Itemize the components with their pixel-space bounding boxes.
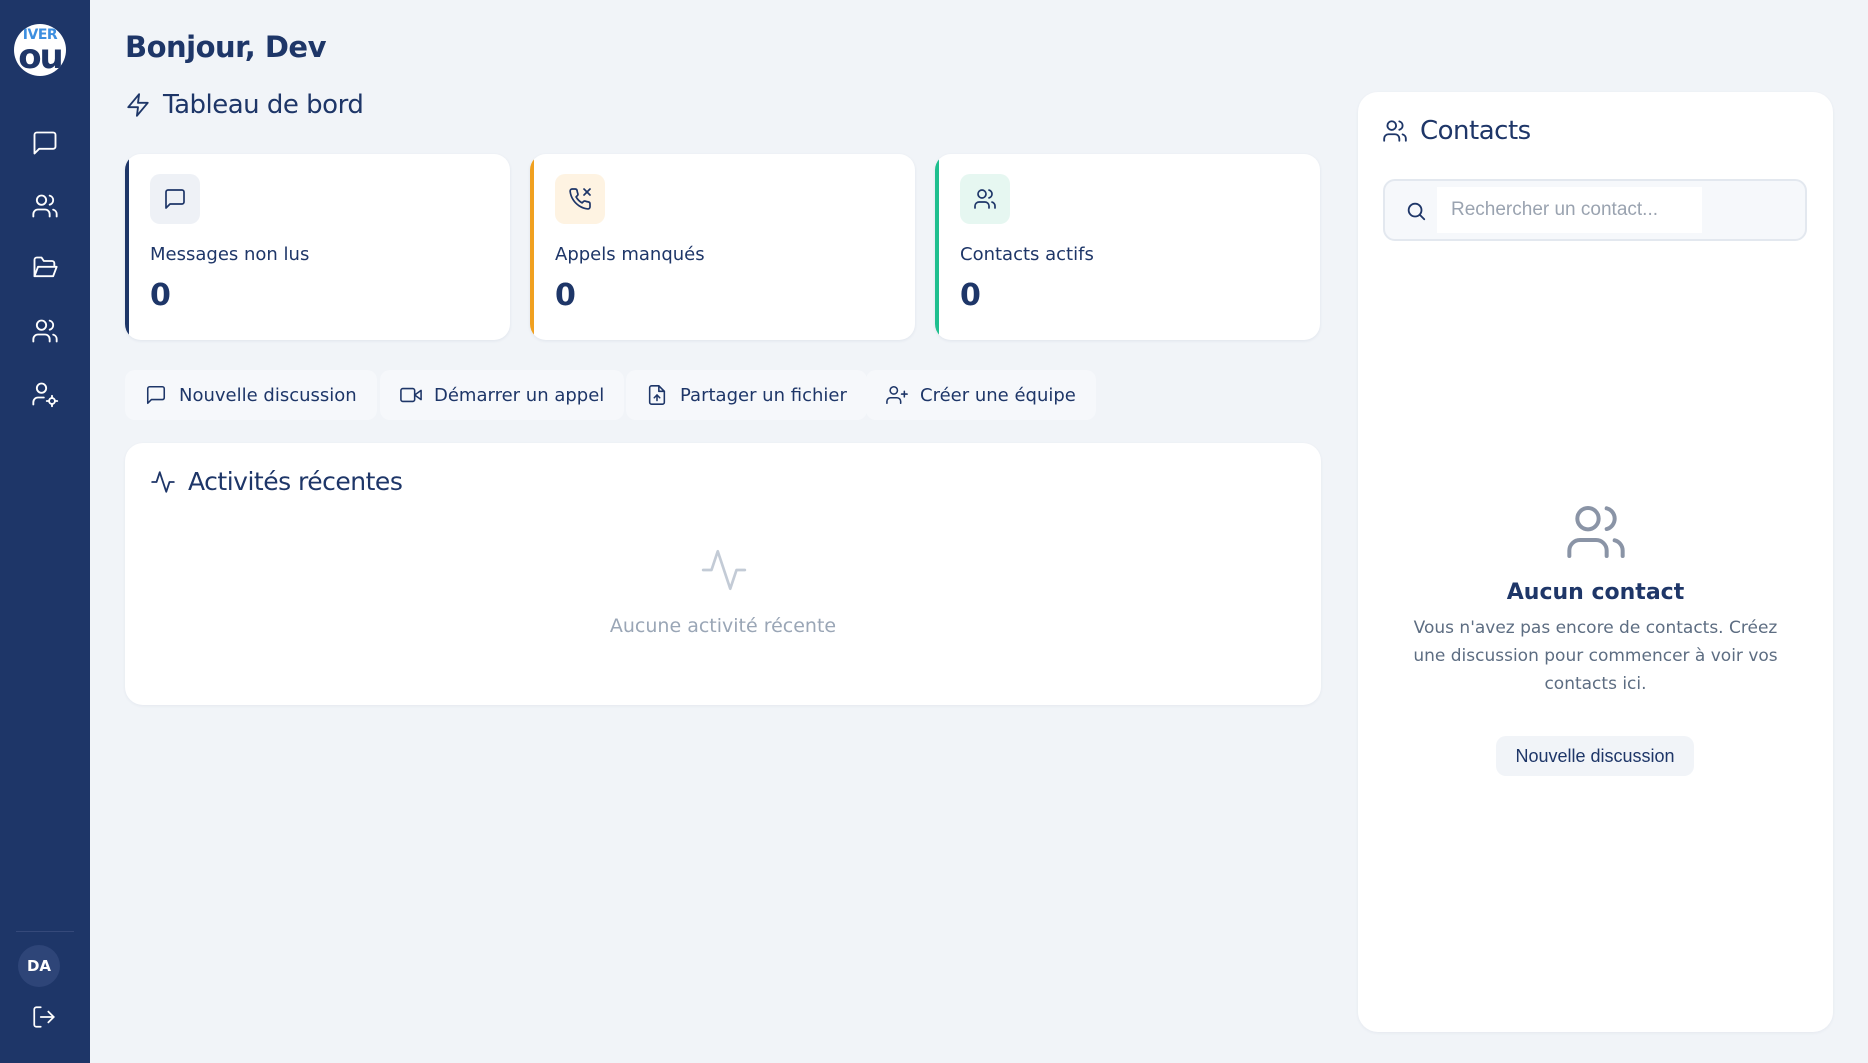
dashboard-title: Tableau de bord <box>125 90 364 120</box>
new-discussion-button[interactable]: Nouvelle discussion <box>125 370 377 420</box>
stat-value: 0 <box>960 278 981 313</box>
search-icon <box>1407 202 1426 221</box>
users-icon <box>974 189 996 209</box>
sidebar-item-files[interactable] <box>30 253 60 283</box>
logout-icon <box>33 1006 55 1028</box>
contacts-panel: Contacts Aucun contact Vous n'avez pas e… <box>1358 92 1833 1032</box>
stat-accent-bar <box>935 154 939 340</box>
message-icon <box>33 131 57 155</box>
sidebar-item-messages[interactable] <box>30 128 60 158</box>
no-contacts-title: Aucun contact <box>1506 580 1685 605</box>
recent-activity-header: Activités récentes <box>150 467 403 496</box>
action-label: Créer une équipe <box>920 384 1076 406</box>
create-team-button[interactable]: Créer une équipe <box>866 370 1096 420</box>
sidebar-divider <box>16 931 74 932</box>
stat-card-unread-messages[interactable]: Messages non lus 0 <box>125 154 510 340</box>
action-label: Partager un fichier <box>680 384 847 406</box>
stat-accent-bar <box>125 154 129 340</box>
app-logo[interactable]: IVER ou <box>14 24 66 76</box>
stat-label: Contacts actifs <box>960 244 1094 265</box>
video-icon <box>400 387 422 403</box>
stat-card-missed-calls[interactable]: Appels manqués 0 <box>530 154 915 340</box>
stat-label: Appels manqués <box>555 244 705 265</box>
sidebar-item-teams[interactable] <box>30 316 60 346</box>
stat-card-active-contacts[interactable]: Contacts actifs 0 <box>935 154 1320 340</box>
contact-search-input[interactable] <box>1437 187 1702 233</box>
no-contacts-icon <box>1567 505 1625 558</box>
contact-search-box <box>1383 179 1807 241</box>
share-file-button[interactable]: Partager un fichier <box>626 370 867 420</box>
new-discussion-button[interactable]: Nouvelle discussion <box>1496 736 1694 776</box>
stat-accent-bar <box>530 154 534 340</box>
user-plus-icon <box>886 385 908 405</box>
avatar[interactable]: DA <box>18 945 60 987</box>
activity-icon <box>151 470 175 493</box>
message-icon <box>146 385 166 405</box>
recent-activity-title: Activités récentes <box>188 467 403 496</box>
message-icon <box>165 189 185 209</box>
logo-text-bottom: ou <box>18 37 64 76</box>
stat-icon-box <box>960 174 1010 224</box>
folder-icon <box>33 256 58 278</box>
stat-value: 0 <box>150 278 171 313</box>
activity-empty-text: Aucune activité récente <box>609 615 837 637</box>
logout-button[interactable] <box>31 1004 57 1030</box>
user-settings-icon <box>32 382 59 408</box>
contacts-header: Contacts <box>1382 116 1531 146</box>
no-contacts-description: Vous n'avez pas encore de contacts. Crée… <box>1413 618 1778 694</box>
stat-icon-box <box>150 174 200 224</box>
sidebar-item-user-settings[interactable] <box>30 379 60 409</box>
sidebar: IVER ou DA <box>0 0 90 1063</box>
users-icon <box>1383 120 1407 142</box>
action-label: Nouvelle discussion <box>179 384 357 406</box>
stat-value: 0 <box>555 278 576 313</box>
activity-empty-icon <box>701 549 747 591</box>
dashboard-title-text: Tableau de bord <box>163 90 364 120</box>
lightning-icon <box>127 93 149 117</box>
start-call-button[interactable]: Démarrer un appel <box>380 370 625 420</box>
phone-missed-icon <box>569 188 591 210</box>
page-greeting: Bonjour, Dev <box>125 30 326 64</box>
sidebar-item-contacts[interactable] <box>30 191 60 221</box>
action-label: Démarrer un appel <box>434 384 605 406</box>
contacts-title: Contacts <box>1420 116 1531 146</box>
file-upload-icon <box>648 385 666 405</box>
users-icon <box>32 194 58 218</box>
stat-icon-box <box>555 174 605 224</box>
team-icon <box>32 319 58 343</box>
stat-label: Messages non lus <box>150 244 310 265</box>
recent-activity-panel: Activités récentes Aucune activité récen… <box>125 443 1321 705</box>
